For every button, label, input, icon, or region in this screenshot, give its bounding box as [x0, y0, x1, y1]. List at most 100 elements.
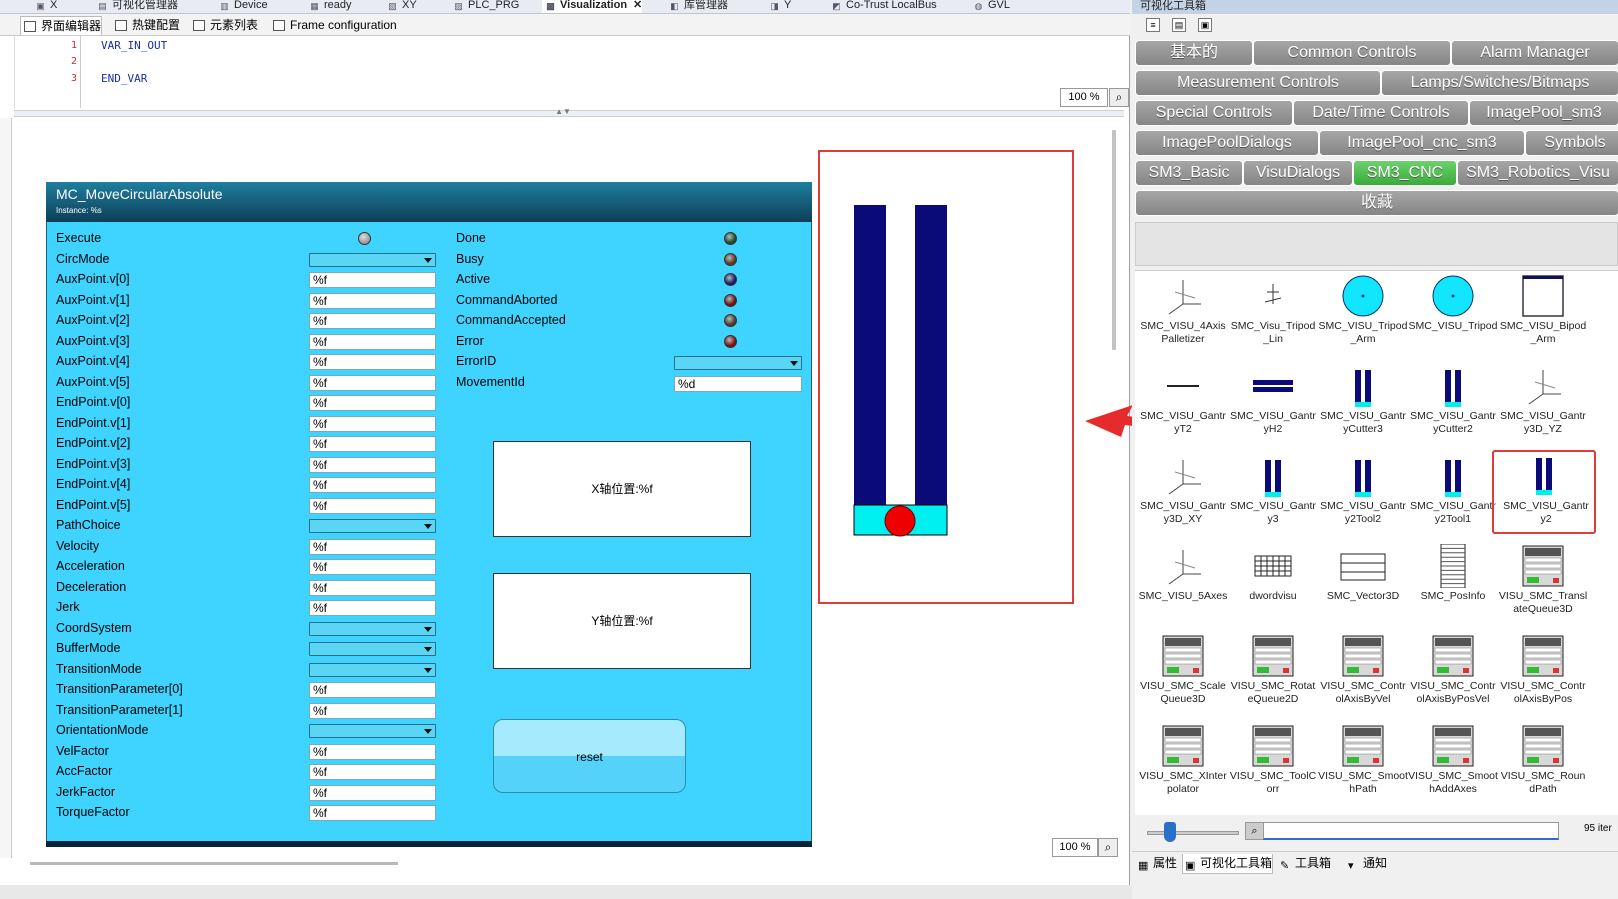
input-field[interactable]: %f: [309, 272, 436, 288]
toolbox-category[interactable]: SM3_Basic: [1135, 160, 1243, 186]
toolbox-item[interactable]: SMC_VISU_5Axes: [1138, 544, 1228, 636]
declaration-editor[interactable]: 1 VAR_IN_OUT 2 3 END_VAR: [14, 36, 1124, 108]
toolbox-category[interactable]: Special Controls: [1135, 100, 1293, 126]
input-field[interactable]: %f: [309, 333, 436, 350]
toolbox-item[interactable]: SMC_VISU_Tripod_Arm: [1318, 274, 1408, 366]
toolbox-item[interactable]: SMC_VISU_Gantry2Tool1: [1408, 454, 1498, 546]
toolbox-item[interactable]: SMC_VISU_GantryT2: [1138, 364, 1228, 456]
input-combo[interactable]: [309, 724, 436, 738]
editor-tab[interactable]: ▧ XY: [384, 0, 416, 13]
toolbox-item[interactable]: SMC_VISU_Gantry3D_YZ: [1498, 364, 1588, 456]
input-field[interactable]: %f: [309, 477, 436, 493]
icon-size-slider-knob[interactable]: [1164, 822, 1176, 842]
toolbox-item[interactable]: VISU_SMC_ScaleQueue3D: [1138, 634, 1228, 726]
code-line[interactable]: END_VAR: [101, 72, 147, 85]
editor-tab[interactable]: ▦ ready: [306, 0, 351, 13]
toolbox-item[interactable]: SMC_VISU_Gantry2Tool2: [1318, 454, 1408, 546]
code-zoom-field[interactable]: 100 %: [1060, 88, 1108, 107]
sub-tab[interactable]: 界面编辑器: [20, 16, 103, 35]
input-combo[interactable]: [309, 642, 436, 656]
input-combo[interactable]: [309, 252, 436, 267]
zoom-icon[interactable]: ⌕: [1109, 88, 1129, 107]
toolbox-item[interactable]: VISU_SMC_SmoothPath: [1318, 724, 1408, 816]
toolbox-item[interactable]: VISU_SMC_RotateQueue2D: [1228, 634, 1318, 726]
toolbox-item[interactable]: SMC_VISU_4AxisPalletizer: [1138, 274, 1228, 366]
gantry2-preview[interactable]: [818, 150, 1074, 604]
splitter-arrows-icon[interactable]: ▲▼: [548, 107, 578, 117]
vertical-scrollbar[interactable]: [1112, 130, 1116, 350]
input-field[interactable]: %f: [309, 559, 436, 575]
toolbox-category[interactable]: ImagePoolDialogs: [1135, 130, 1319, 156]
toolbox-category[interactable]: 基本的: [1135, 40, 1253, 66]
toolbox-item[interactable]: VISU_SMC_TranslateQueue3D: [1498, 544, 1588, 636]
toolbox-item[interactable]: SMC_VISU_Bipod_Arm: [1498, 274, 1588, 366]
input-field[interactable]: %f: [309, 682, 436, 698]
bottom-tab[interactable]: ▣ 可视化工具箱: [1182, 854, 1274, 874]
input-combo[interactable]: [309, 621, 436, 636]
toolbox-category[interactable]: Symbols: [1525, 130, 1618, 156]
toolbox-category[interactable]: Lamps/Switches/Bitmaps: [1381, 70, 1618, 96]
icon-size-slider[interactable]: [1147, 831, 1239, 835]
editor-tab[interactable]: ▨ PLC_PRG: [450, 0, 519, 13]
input-field[interactable]: %f: [309, 805, 436, 821]
horizontal-scrollbar[interactable]: [30, 862, 398, 865]
toolbox-item[interactable]: VISU_SMC_ControlAxisByPos: [1498, 634, 1588, 726]
editor-tab[interactable]: ◨ Y: [766, 0, 791, 13]
input-field[interactable]: %f: [309, 395, 436, 411]
output-combo[interactable]: [674, 356, 802, 370]
toolbox-search-input[interactable]: [1263, 822, 1559, 840]
input-field[interactable]: %f: [309, 456, 436, 473]
input-field[interactable]: %f: [309, 579, 436, 596]
sub-tab[interactable]: 元素列表: [190, 16, 258, 35]
input-combo[interactable]: [309, 662, 436, 677]
close-icon[interactable]: ✕: [633, 0, 642, 11]
toolbox-category[interactable]: VisuDialogs: [1243, 160, 1353, 186]
sub-tab[interactable]: Frame configuration: [270, 16, 397, 35]
input-field[interactable]: %f: [309, 600, 436, 616]
toolbox-item[interactable]: SMC_VISU_Gantry2: [1492, 450, 1596, 534]
toolbox-item[interactable]: SMC_VISU_Gantry3D_XY: [1138, 454, 1228, 546]
editor-tab[interactable]: ▤ 可视化管理器: [94, 0, 178, 13]
search-icon[interactable]: ⌕: [1245, 822, 1264, 840]
input-field[interactable]: %f: [309, 784, 436, 801]
page-view-icon[interactable]: ▤: [1172, 18, 1186, 32]
toolbox-category[interactable]: Common Controls: [1253, 40, 1451, 66]
input-field[interactable]: %f: [309, 497, 436, 514]
editor-tab[interactable]: ◧ 库管理器: [666, 0, 728, 13]
toolbox-item[interactable]: SMC_PosInfo: [1408, 543, 1498, 636]
toolbox-item[interactable]: SMC_VISU_GantryCutter3: [1318, 364, 1408, 456]
editor-tab[interactable]: ▣ X: [32, 0, 57, 13]
input-field[interactable]: %f: [309, 743, 436, 760]
input-field[interactable]: %f: [309, 374, 436, 391]
sub-tab[interactable]: 热键配置: [112, 16, 180, 35]
list-view-icon[interactable]: ≡: [1146, 18, 1160, 32]
bottom-tab[interactable]: ▾ 通知: [1346, 854, 1387, 874]
input-field[interactable]: %f: [309, 436, 436, 452]
toolbox-item[interactable]: VISU_SMC_SmoothAddAxes: [1408, 724, 1498, 816]
editor-tab[interactable]: ◩ Co-Trust LocalBus: [828, 0, 936, 13]
reset-button[interactable]: reset: [493, 719, 686, 793]
input-field[interactable]: %f: [309, 702, 436, 719]
toolbox-category[interactable]: ImagePool_sm3: [1469, 100, 1618, 126]
bottom-tab[interactable]: ▦ 属性: [1136, 854, 1177, 874]
toolbox-item[interactable]: SMC_Vector3D: [1318, 544, 1408, 636]
toolbox-item[interactable]: VISU_SMC_XInterpolator: [1138, 724, 1228, 816]
execute-led[interactable]: [358, 232, 371, 245]
toolbox-item[interactable]: SMC_VISU_GantryCutter2: [1408, 364, 1498, 456]
toolbox-item[interactable]: VISU_SMC_ControlAxisByPosVel: [1408, 634, 1498, 726]
toolbox-item[interactable]: SMC_VISU_GantryH2: [1228, 364, 1318, 456]
input-combo[interactable]: [309, 519, 436, 533]
input-field[interactable]: %f: [309, 415, 436, 432]
input-field[interactable]: %f: [309, 538, 436, 555]
toolbox-category[interactable]: 收藏: [1135, 190, 1618, 216]
code-line[interactable]: VAR_IN_OUT: [101, 39, 167, 52]
toolbox-category[interactable]: ImagePool_cnc_sm3: [1319, 130, 1525, 156]
editor-tab[interactable]: ◍ GVL: [970, 0, 1010, 13]
toolbox-item[interactable]: VISU_SMC_ToolCorr: [1228, 724, 1318, 816]
toolbox-item[interactable]: SMC_VISU_Gantry3: [1228, 454, 1318, 546]
zoom-icon[interactable]: ⌕: [1098, 838, 1118, 857]
image-icon[interactable]: ▣: [1198, 18, 1212, 32]
editor-tab[interactable]: ▩ Visualization ✕: [542, 0, 643, 13]
toolbox-item[interactable]: VISU_SMC_ControlAxisByVel: [1318, 634, 1408, 726]
toolbox-category[interactable]: Measurement Controls: [1135, 70, 1381, 96]
